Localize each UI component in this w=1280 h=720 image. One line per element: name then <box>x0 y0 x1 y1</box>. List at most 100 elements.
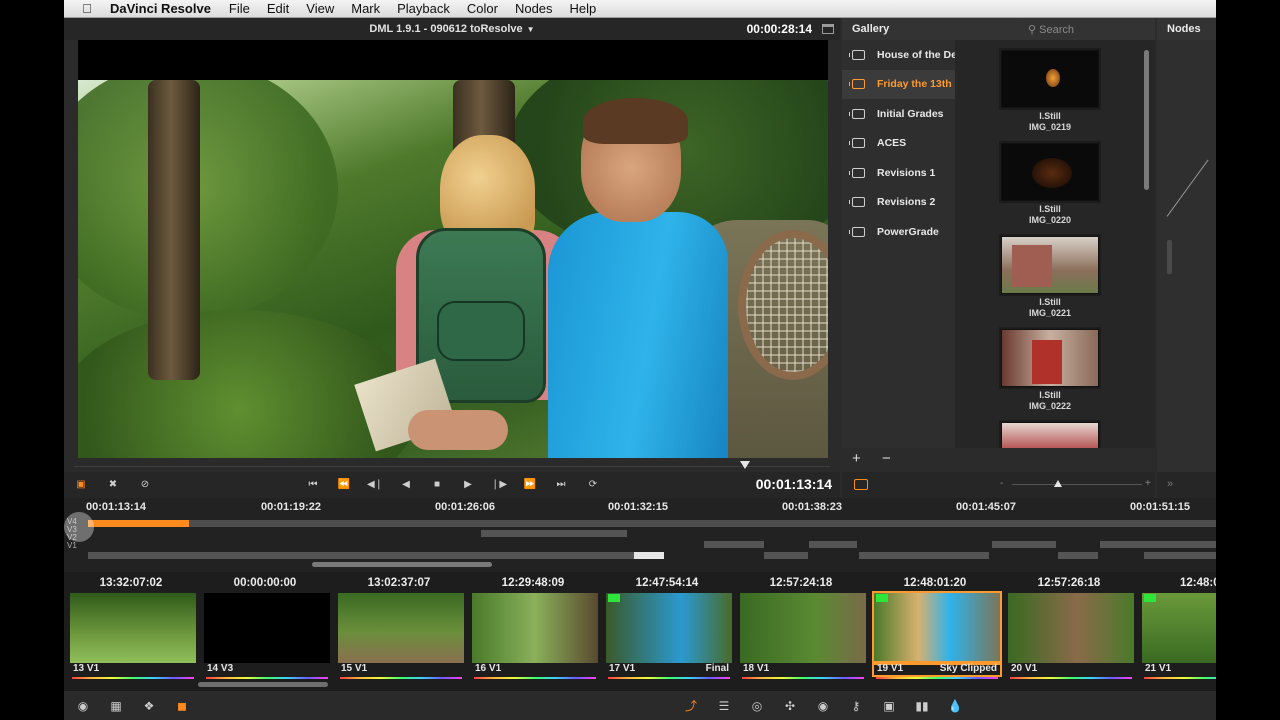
album-friday-the-13th[interactable]: Friday the 13th <box>842 69 955 99</box>
album-label: Revisions 2 <box>877 196 936 209</box>
timeline-clip[interactable] <box>481 530 627 537</box>
nodes-expand-icon[interactable]: » <box>1157 472 1216 498</box>
timeline-track-v4[interactable] <box>88 520 1216 527</box>
tracker-icon[interactable]: ✣ <box>781 698 799 714</box>
timeline-clip[interactable] <box>764 552 808 559</box>
album-view-icon[interactable] <box>854 479 868 490</box>
menu-edit[interactable]: Edit <box>267 1 289 16</box>
timeline-clip[interactable] <box>704 541 764 548</box>
clip-number: 21 <box>1145 663 1157 674</box>
still-item[interactable]: I.Still IMG_0221 <box>1001 236 1099 319</box>
menu-file[interactable]: File <box>229 1 250 16</box>
search-placeholder: Search <box>1039 23 1074 36</box>
slider-knob[interactable] <box>1054 480 1062 487</box>
app-name[interactable]: DaVinci Resolve <box>110 1 211 16</box>
go-to-end-icon[interactable]: ⏭ <box>552 478 570 492</box>
timeline-ruler[interactable]: 00:01:13:14 00:01:19:22 00:01:26:06 00:0… <box>64 498 1216 518</box>
clip-color-bar <box>1010 677 1132 679</box>
ruler-timecode: 00:01:45:07 <box>956 501 1016 513</box>
clip-21[interactable]: 12:48:06 21 V1 <box>1136 572 1216 690</box>
timeline-playhead[interactable] <box>64 512 94 542</box>
clip-20[interactable]: 12:57:26:18 20 V1 <box>1002 572 1136 690</box>
menu-view[interactable]: View <box>306 1 334 16</box>
key-icon[interactable]: ⚷ <box>847 698 865 714</box>
clip-16[interactable]: 12:29:48:09 16 V1 <box>466 572 600 690</box>
color-match-icon[interactable]: ❖ <box>140 698 158 714</box>
step-forward-icon[interactable]: ❘▶ <box>490 478 508 492</box>
clip-18[interactable]: 12:57:24:18 18 V1 <box>734 572 868 690</box>
viewer-scrubber[interactable] <box>64 461 840 472</box>
curves-icon[interactable]: ⤴ <box>682 698 700 714</box>
stereo-3d-icon[interactable]: ▮▮ <box>913 698 931 714</box>
timeline-current-clip[interactable] <box>634 552 664 559</box>
menu-mark[interactable]: Mark <box>351 1 380 16</box>
album-revisions-2[interactable]: Revisions 2 <box>842 188 955 218</box>
shuffle-icon[interactable]: ✖ <box>104 478 122 492</box>
remove-album-button[interactable]: − <box>882 450 891 467</box>
album-aces[interactable]: ACES <box>842 129 955 159</box>
window-icon[interactable]: ◎ <box>748 698 766 714</box>
timeline-clip[interactable] <box>992 541 1056 548</box>
menu-nodes[interactable]: Nodes <box>515 1 553 16</box>
transport-timecode[interactable]: 00:01:13:14 <box>756 476 832 492</box>
still-item[interactable]: I.Still IMG_0222 <box>1001 329 1099 412</box>
qualifier-icon[interactable]: ☰ <box>715 698 733 714</box>
motion-effects-icon[interactable]: 💧 <box>946 698 964 714</box>
stills-scrollbar[interactable] <box>1144 50 1149 190</box>
timeline-track-v1[interactable] <box>88 552 664 559</box>
sizing-icon[interactable]: ▣ <box>880 698 898 714</box>
chevron-down-icon: ▼ <box>526 25 535 34</box>
clip-title-dropdown[interactable]: DML 1.9.1 - 090612 toResolve ▼ <box>369 23 534 35</box>
gallery-search[interactable]: ⚲ Search <box>1028 23 1074 36</box>
scrubber-playhead[interactable] <box>740 461 750 469</box>
viewer-mode-icon[interactable]: ▣ <box>72 478 90 492</box>
clip-track: V1 <box>756 663 770 674</box>
album-initial-grades[interactable]: Initial Grades <box>842 99 955 129</box>
mini-timeline[interactable]: 00:01:13:14 00:01:19:22 00:01:26:06 00:0… <box>64 498 1216 572</box>
stop-icon[interactable]: ■ <box>428 478 446 492</box>
node-editor[interactable] <box>1157 40 1216 498</box>
step-back-icon[interactable]: ◀❘ <box>366 478 384 492</box>
rewind-icon[interactable]: ⏪ <box>335 478 353 492</box>
bypass-icon[interactable]: ⊘ <box>136 478 154 492</box>
clip-19[interactable]: 12:48:01:20 19 V1 Sky Clipped <box>868 572 1002 690</box>
still-item[interactable]: I.Still IMG_0220 <box>1001 143 1099 226</box>
loop-icon[interactable]: ⟳ <box>584 478 602 492</box>
clip-track: V1 <box>86 663 100 674</box>
timeline-scrollbar[interactable] <box>312 562 492 567</box>
album-revisions-1[interactable]: Revisions 1 <box>842 158 955 188</box>
node-handle[interactable] <box>1167 240 1172 274</box>
clip-14[interactable]: 00:00:00:00 14 V3 <box>198 572 332 690</box>
play-icon[interactable]: ▶ <box>459 478 477 492</box>
viewer-options-icon[interactable] <box>822 24 834 34</box>
clip-color-bar <box>206 677 328 679</box>
timeline-clip[interactable] <box>1144 552 1216 559</box>
zoom-in-icon[interactable]: + <box>1145 478 1151 489</box>
timeline-clip[interactable] <box>1100 541 1216 548</box>
album-powergrade[interactable]: PowerGrade <box>842 217 955 247</box>
color-bars-icon[interactable]: ▦ <box>107 698 125 714</box>
blur-icon[interactable]: ◉ <box>814 698 832 714</box>
clips-scrollbar[interactable] <box>198 682 328 687</box>
clip-15[interactable]: 13:02:37:07 15 V1 <box>332 572 466 690</box>
timeline-clip[interactable] <box>1058 552 1098 559</box>
video-clip-icon[interactable]: ◼ <box>173 698 191 714</box>
timeline-clip[interactable] <box>809 541 857 548</box>
play-reverse-icon[interactable]: ◀ <box>397 478 415 492</box>
album-house-of-the-dead[interactable]: House of the De <box>842 40 955 70</box>
menu-playback[interactable]: Playback <box>397 1 450 16</box>
zoom-out-icon[interactable]: - <box>1000 478 1003 489</box>
clip-17[interactable]: 12:47:54:14 17 V1 Final <box>600 572 734 690</box>
thumbnail-size-slider[interactable] <box>1012 480 1142 487</box>
apple-icon[interactable]:  <box>64 1 110 16</box>
video-viewer[interactable] <box>78 40 828 458</box>
menu-help[interactable]: Help <box>570 1 597 16</box>
clip-13[interactable]: 13:32:07:02 13 V1 <box>64 572 198 690</box>
timeline-clip[interactable] <box>859 552 989 559</box>
menu-color[interactable]: Color <box>467 1 498 16</box>
still-item[interactable]: I.Still IMG_0219 <box>1001 50 1099 133</box>
add-album-button[interactable]: + <box>852 450 861 467</box>
camera-raw-icon[interactable]: ◉ <box>74 698 92 714</box>
go-to-start-icon[interactable]: ⏮ <box>304 478 322 492</box>
fast-forward-icon[interactable]: ⏩ <box>521 478 539 492</box>
